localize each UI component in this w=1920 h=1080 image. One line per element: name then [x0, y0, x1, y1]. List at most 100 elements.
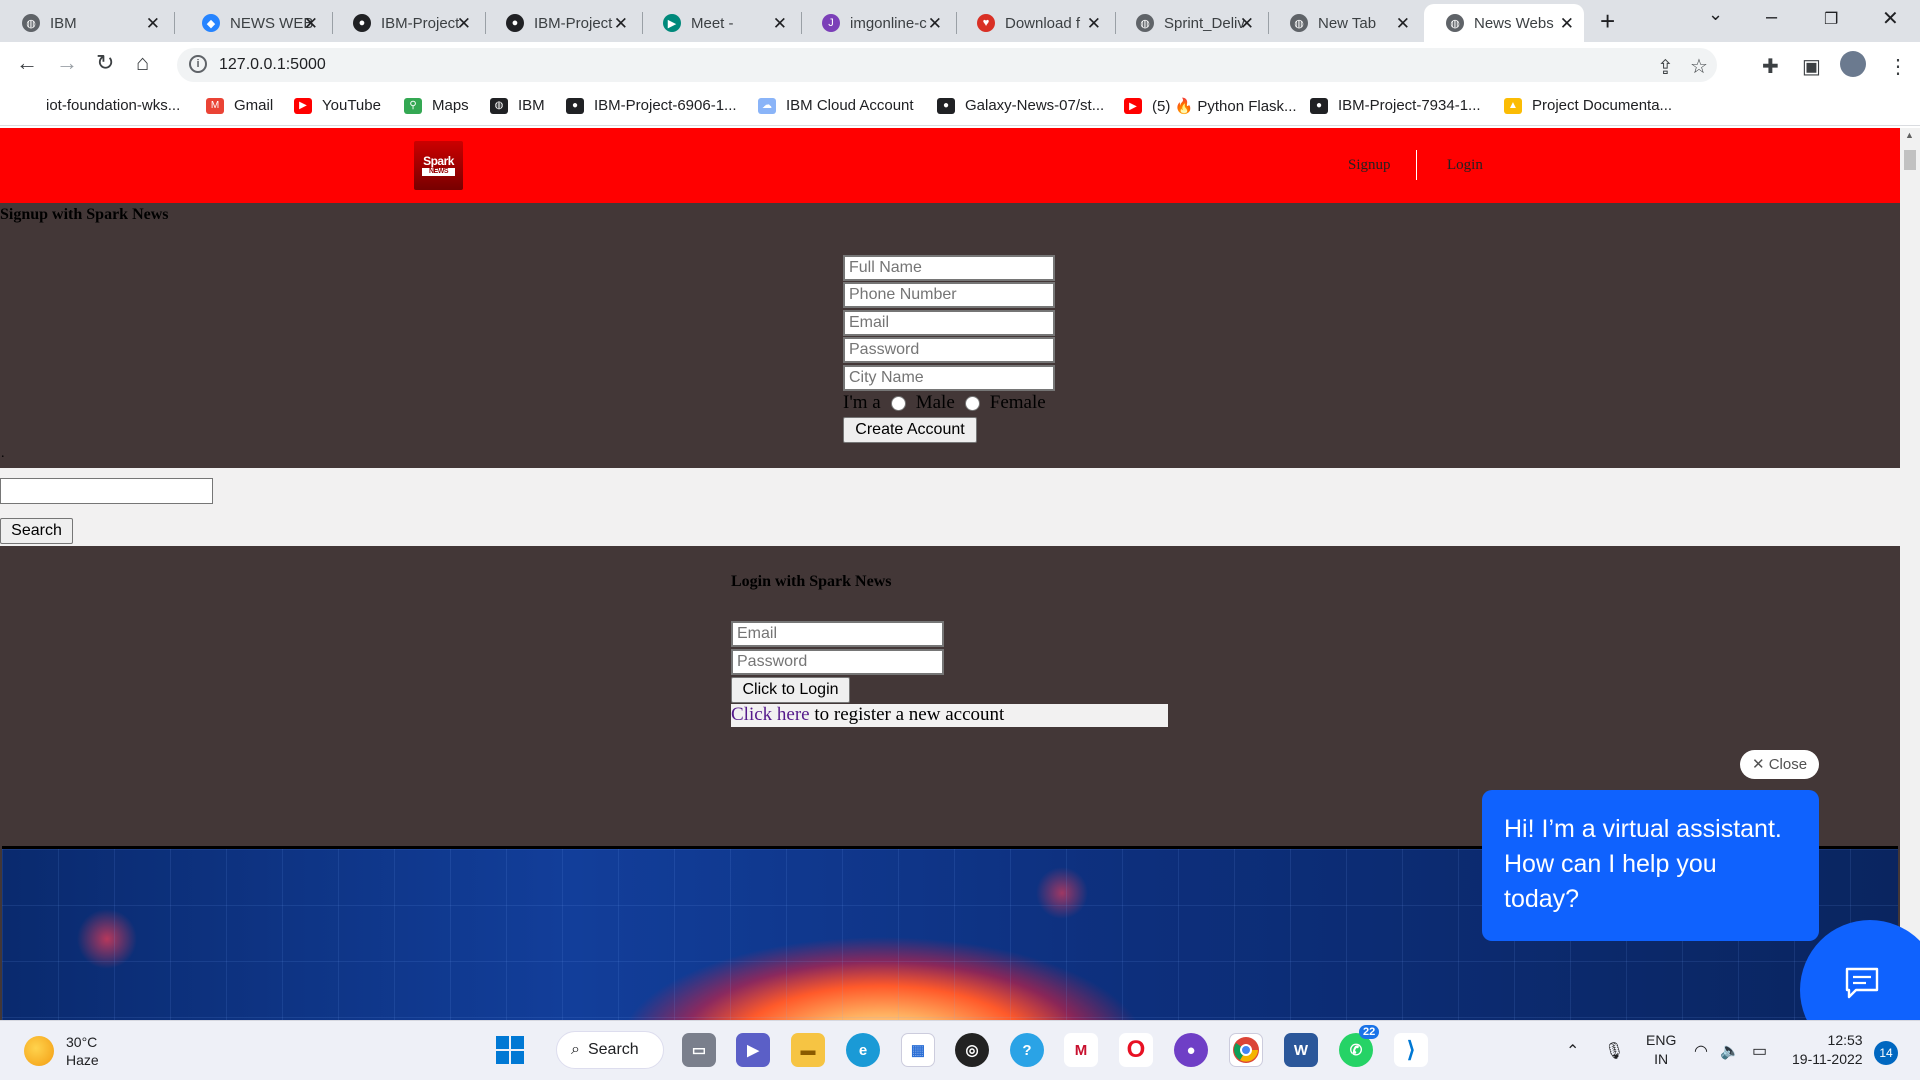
- browser-tab[interactable]: ◍ New Tab ✕: [1268, 4, 1420, 42]
- forward-button[interactable]: →: [56, 50, 78, 76]
- word-icon[interactable]: W: [1284, 1033, 1318, 1067]
- browser-tab[interactable]: ◍ News Webs ✕: [1424, 4, 1584, 42]
- browser-tab[interactable]: ◆ NEWS WEB ✕: [180, 4, 328, 42]
- tab-close-icon[interactable]: ✕: [773, 14, 787, 34]
- search-input[interactable]: [0, 478, 213, 504]
- browser-tab[interactable]: ◍ Sprint_Deliv ✕: [1114, 4, 1264, 42]
- share-icon[interactable]: ⇪: [1657, 55, 1674, 80]
- scrollbar-thumb[interactable]: [1904, 150, 1916, 170]
- show-hidden-icons-chevron-icon[interactable]: ⌃: [1566, 1041, 1579, 1061]
- teams-chat-icon[interactable]: ▶: [736, 1033, 770, 1067]
- restore-button[interactable]: ❐: [1824, 9, 1838, 29]
- chrome-taskbar-icon[interactable]: [1229, 1033, 1263, 1067]
- language-indicator[interactable]: ENG IN: [1646, 1031, 1676, 1069]
- reload-button[interactable]: ↻: [96, 50, 114, 76]
- store-icon[interactable]: ▦: [901, 1033, 935, 1067]
- address-bar[interactable]: i 127.0.0.1:5000 ⇪ ☆: [177, 48, 1717, 82]
- scroll-up-arrow[interactable]: ▲: [1905, 130, 1914, 140]
- whatsapp-icon[interactable]: ✆ 22: [1339, 1025, 1380, 1067]
- github-icon: ●: [566, 97, 584, 114]
- bookmark-item[interactable]: ☁ IBM Cloud Account: [758, 97, 914, 114]
- browser-tab[interactable]: ♥ Download f ✕: [955, 4, 1111, 42]
- maps-pin-icon[interactable]: ●: [1174, 1033, 1208, 1067]
- bookmark-item[interactable]: ◍ IBM: [490, 97, 545, 114]
- clock[interactable]: 12:53 19-11-2022: [1792, 1031, 1863, 1069]
- tab-search-icon[interactable]: ⌄: [1708, 4, 1723, 25]
- nav-signup-link[interactable]: Signup: [1348, 157, 1391, 174]
- battery-icon[interactable]: ▭: [1752, 1041, 1767, 1061]
- female-radio[interactable]: [964, 395, 980, 411]
- signup-email-input[interactable]: [843, 310, 1055, 336]
- phone-input[interactable]: [843, 282, 1055, 308]
- github-desktop-icon[interactable]: ◎: [955, 1033, 989, 1067]
- home-button[interactable]: ⌂: [136, 50, 149, 76]
- close-window-button[interactable]: ✕: [1882, 6, 1899, 31]
- bookmark-item[interactable]: ▶ (5) 🔥 Python Flask...: [1124, 97, 1297, 115]
- browser-tab[interactable]: ● IBM-Project ✕: [331, 4, 481, 42]
- browser-tab[interactable]: ◍ IBM ✕: [0, 4, 170, 42]
- opera-icon[interactable]: O: [1119, 1033, 1153, 1067]
- notification-badge[interactable]: 14: [1874, 1041, 1898, 1065]
- male-radio[interactable]: [890, 395, 906, 411]
- bookmark-item[interactable]: ▶ YouTube: [294, 97, 381, 114]
- login-email-input[interactable]: [731, 621, 944, 647]
- login-password-input[interactable]: [731, 649, 944, 675]
- browser-tab[interactable]: Jimgonline-c ✕: [800, 4, 952, 42]
- city-input[interactable]: [843, 365, 1055, 391]
- tab-close-icon[interactable]: ✕: [1240, 14, 1254, 34]
- profile-avatar[interactable]: [1840, 51, 1866, 77]
- start-button[interactable]: [493, 1033, 527, 1067]
- site-info-icon[interactable]: i: [189, 55, 207, 73]
- taskbar-search-button[interactable]: ⌕ Search: [556, 1031, 664, 1069]
- bookmark-item[interactable]: ● Galaxy-News-07/st...: [937, 97, 1104, 114]
- tab-close-icon[interactable]: ✕: [1087, 14, 1101, 34]
- tab-close-icon[interactable]: ✕: [928, 14, 942, 34]
- gender-prefix-label: I'm a: [843, 392, 881, 413]
- browser-tab[interactable]: ● IBM-Project ✕: [484, 4, 638, 42]
- search-button[interactable]: Search: [0, 518, 73, 544]
- file-explorer-icon[interactable]: ▬: [791, 1033, 825, 1067]
- side-panel-icon[interactable]: ▣: [1802, 54, 1821, 79]
- tab-close-icon[interactable]: ✕: [614, 14, 628, 34]
- bookmark-item[interactable]: ● IBM-Project-6906-1...: [566, 97, 737, 114]
- bookmark-item[interactable]: M Gmail: [206, 97, 273, 114]
- weather-widget[interactable]: 30°C Haze: [24, 1033, 99, 1069]
- tab-close-icon[interactable]: ✕: [304, 14, 318, 34]
- mcafee-icon[interactable]: M: [1064, 1033, 1098, 1067]
- tab-close-icon[interactable]: ✕: [457, 14, 471, 34]
- back-button[interactable]: ←: [16, 50, 38, 76]
- page-scrollbar[interactable]: ▲ ▼: [1900, 128, 1920, 1020]
- chat-close-button[interactable]: ✕ Close: [1740, 750, 1819, 779]
- bookmark-item[interactable]: iot-foundation-wks...: [46, 97, 180, 114]
- bookmark-item[interactable]: ● IBM-Project-7934-1...: [1310, 97, 1481, 114]
- signup-password-input[interactable]: [843, 337, 1055, 363]
- volume-icon[interactable]: 🔈: [1720, 1041, 1740, 1061]
- extensions-icon[interactable]: ✚: [1762, 54, 1779, 79]
- gender-row: I'm a Male Female: [843, 392, 1046, 414]
- tab-close-icon[interactable]: ✕: [1396, 14, 1410, 34]
- microphone-icon[interactable]: 🎙: [1604, 1041, 1624, 1061]
- menu-icon[interactable]: ⋮: [1888, 54, 1908, 79]
- bookmark-item[interactable]: ⚲ Maps: [404, 97, 469, 114]
- nav-login-link[interactable]: Login: [1447, 157, 1483, 174]
- bookmark-label: IBM Cloud Account: [786, 97, 914, 114]
- create-account-button[interactable]: Create Account: [843, 417, 977, 443]
- vscode-icon[interactable]: ⟩: [1394, 1033, 1428, 1067]
- tab-close-icon[interactable]: ✕: [146, 14, 160, 34]
- tab-close-icon[interactable]: ✕: [1560, 14, 1574, 34]
- site-logo[interactable]: Spark NEWS: [414, 141, 463, 190]
- help-icon[interactable]: ?: [1010, 1033, 1044, 1067]
- bookmark-star-icon[interactable]: ☆: [1690, 54, 1708, 79]
- bookmark-item[interactable]: ▲ Project Documenta...: [1504, 97, 1672, 114]
- heart-icon: ♥: [977, 14, 995, 32]
- register-link[interactable]: Click here: [731, 704, 810, 725]
- edge-icon[interactable]: e: [846, 1033, 880, 1067]
- login-button[interactable]: Click to Login: [731, 677, 850, 703]
- logo-text: Spark: [423, 154, 454, 168]
- new-tab-button[interactable]: +: [1600, 6, 1615, 37]
- browser-tab[interactable]: ▶ Meet - ✕: [641, 4, 797, 42]
- minimize-button[interactable]: –: [1766, 6, 1777, 29]
- task-view-icon[interactable]: ▭: [682, 1033, 716, 1067]
- wifi-icon[interactable]: ◠: [1694, 1041, 1708, 1061]
- full-name-input[interactable]: [843, 255, 1055, 281]
